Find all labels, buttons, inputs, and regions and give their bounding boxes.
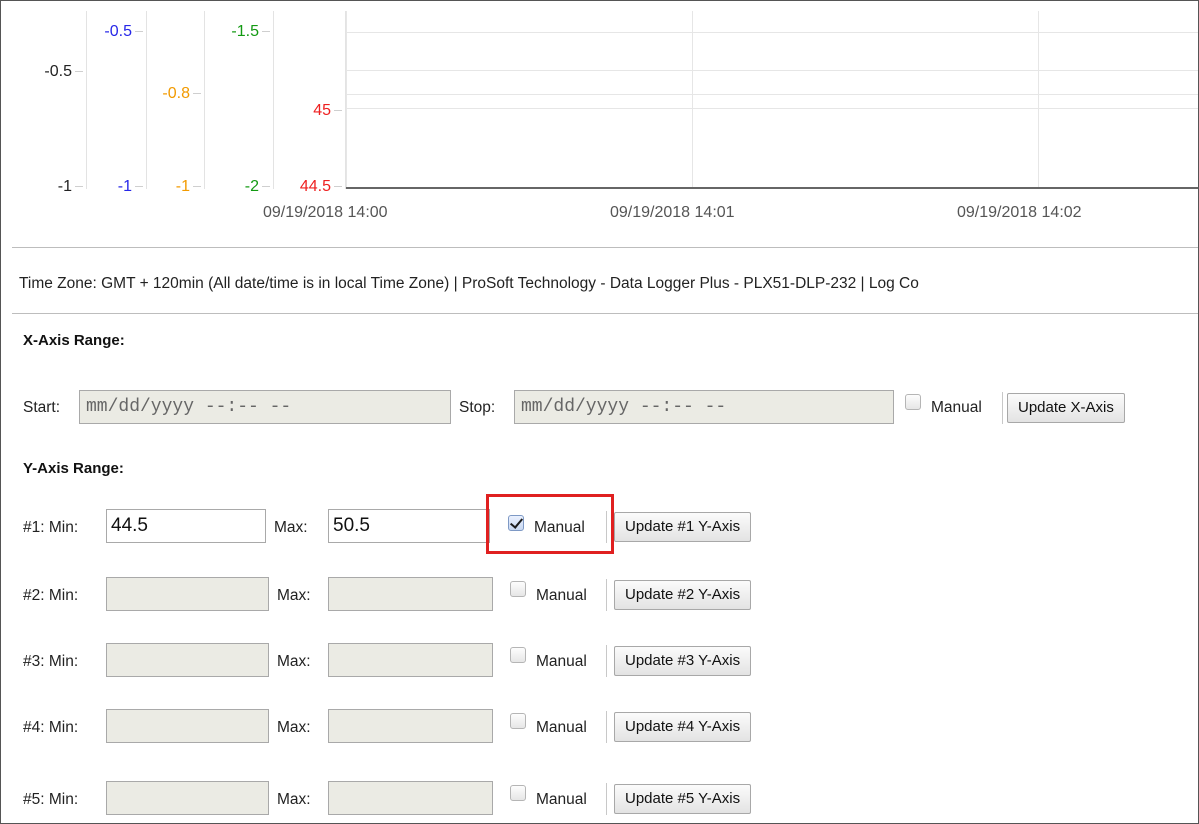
y3-max-label: Max: (277, 653, 311, 670)
update-x-axis-button[interactable]: Update X-Axis (1007, 393, 1125, 423)
y-axis-0-tick-top: -0.5 (44, 64, 83, 80)
y-axis-3: -1.5 -2 (205, 11, 274, 195)
y5-max-input[interactable] (328, 781, 493, 815)
y2-min-label: #2: Min: (23, 587, 79, 604)
update-y1-axis-button[interactable]: Update #1 Y-Axis (614, 512, 752, 542)
x-axis-manual-label: Manual (931, 399, 982, 416)
y4-manual-label: Manual (536, 719, 587, 736)
divider (606, 579, 607, 611)
grid-line (692, 11, 693, 187)
y1-max-label: Max: (274, 519, 308, 536)
y-axis-3-tick-top: -1.5 (231, 24, 270, 40)
divider (12, 313, 1198, 314)
y2-min-input[interactable] (106, 577, 269, 611)
grid-line (346, 70, 1198, 71)
grid-line (346, 32, 1198, 33)
divider (606, 711, 607, 743)
divider (12, 247, 1198, 248)
x-axis-range-title: X-Axis Range: (23, 332, 125, 349)
y-axis-2-tick-bottom: -1 (176, 179, 201, 195)
y2-max-label: Max: (277, 587, 311, 604)
start-datetime-input[interactable]: mm/dd/yyyy --:-- -- (79, 390, 451, 424)
update-y5-axis-button[interactable]: Update #5 Y-Axis (614, 784, 752, 814)
y-axis-1: -0.5 -1 (87, 11, 147, 195)
update-y4-axis-button[interactable]: Update #4 Y-Axis (614, 712, 752, 742)
y3-min-label: #3: Min: (23, 653, 79, 670)
y1-min-input[interactable]: 44.5 (106, 509, 266, 543)
y-axis-2-tick-top: -0.8 (162, 86, 201, 102)
divider (606, 645, 607, 677)
y3-manual-checkbox[interactable] (510, 647, 526, 663)
y2-manual-checkbox[interactable] (510, 581, 526, 597)
y-axis-4: 45 44.5 (274, 11, 346, 195)
y3-manual-label: Manual (536, 653, 587, 670)
y-axis-1-tick-top: -0.5 (104, 24, 143, 40)
y4-min-label: #4: Min: (23, 719, 79, 736)
y-axis-4-tick-top: 45 (313, 103, 342, 119)
y2-manual-label: Manual (536, 587, 587, 604)
y4-manual-checkbox[interactable] (510, 713, 526, 729)
y1-min-label: #1: Min: (23, 519, 79, 536)
y5-manual-label: Manual (536, 791, 587, 808)
highlight-box (486, 494, 614, 554)
update-y2-axis-button[interactable]: Update #2 Y-Axis (614, 580, 752, 610)
x-tick-label: 09/19/2018 14:01 (610, 204, 735, 221)
y5-min-label: #5: Min: (23, 791, 79, 808)
stop-label: Stop: (459, 399, 496, 416)
x-tick-label: 09/19/2018 14:00 (263, 204, 388, 221)
y4-max-input[interactable] (328, 709, 493, 743)
y-axis-0: -0.5 -1 (1, 11, 87, 195)
grid-line (346, 108, 1198, 109)
y3-min-input[interactable] (106, 643, 269, 677)
x-axis-line (346, 187, 1198, 189)
y5-manual-checkbox[interactable] (510, 785, 526, 801)
update-y3-axis-button[interactable]: Update #3 Y-Axis (614, 646, 752, 676)
y5-min-input[interactable] (106, 781, 269, 815)
divider (1002, 392, 1003, 424)
y3-max-input[interactable] (328, 643, 493, 677)
grid-line (346, 94, 1198, 95)
data-logger-page: -0.5 -1 -0.5 -1 -0.8 -1 -1.5 -2 45 44.5 (0, 0, 1199, 824)
y-axis-range-title: Y-Axis Range: (23, 460, 124, 477)
y1-max-input[interactable]: 50.5 (328, 509, 490, 543)
x-axis-manual-checkbox[interactable] (905, 394, 921, 410)
y-axis-0-tick-bottom: -1 (58, 179, 83, 195)
y2-max-input[interactable] (328, 577, 493, 611)
trend-chart: -0.5 -1 -0.5 -1 -0.8 -1 -1.5 -2 45 44.5 (1, 1, 1198, 241)
y4-min-input[interactable] (106, 709, 269, 743)
y-axis-4-tick-bottom: 44.5 (300, 179, 342, 195)
y5-max-label: Max: (277, 791, 311, 808)
divider (606, 783, 607, 815)
status-line: Time Zone: GMT + 120min (All date/time i… (19, 275, 919, 292)
y-axis-2: -0.8 -1 (147, 11, 205, 195)
y-axis-1-tick-bottom: -1 (118, 179, 143, 195)
y-axis-3-tick-bottom: -2 (245, 179, 270, 195)
y4-max-label: Max: (277, 719, 311, 736)
x-tick-label: 09/19/2018 14:02 (957, 204, 1082, 221)
grid-line (346, 11, 347, 187)
start-label: Start: (23, 399, 61, 416)
grid-line (1038, 11, 1039, 187)
stop-datetime-input[interactable]: mm/dd/yyyy --:-- -- (514, 390, 894, 424)
